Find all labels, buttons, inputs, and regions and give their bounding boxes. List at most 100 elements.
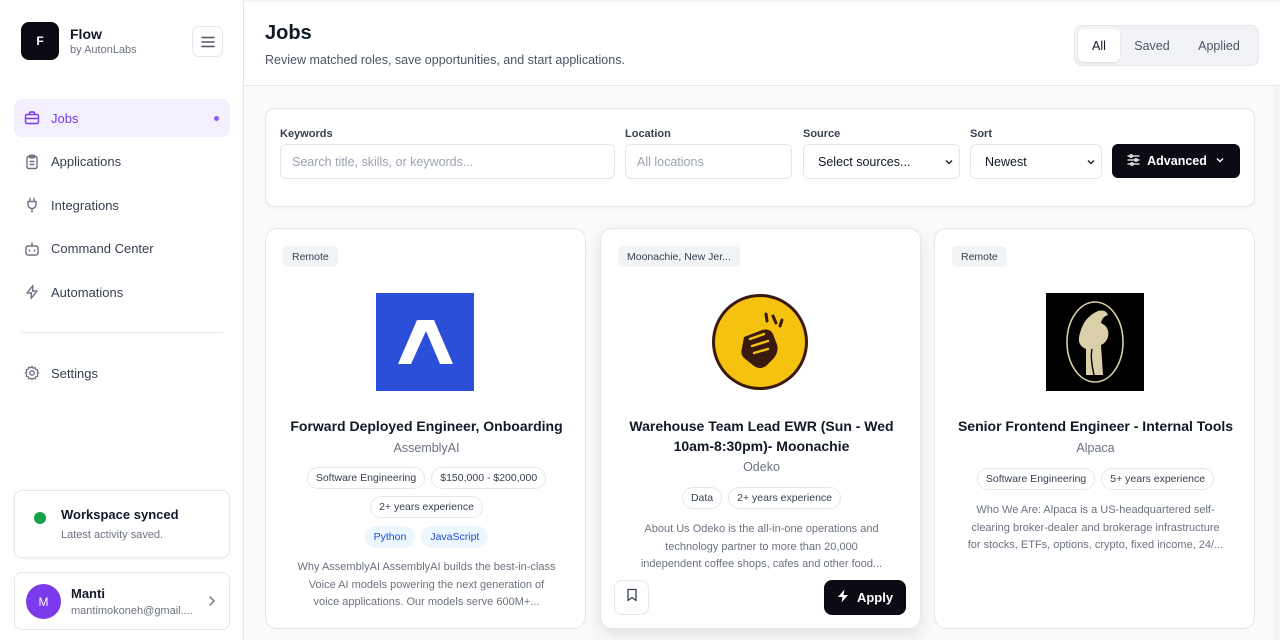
brand[interactable]: F Flow by AutonLabs (21, 22, 137, 60)
sync-title: Workspace synced (61, 507, 179, 522)
save-job-button[interactable] (614, 580, 649, 615)
advanced-filters-button[interactable]: Advanced (1112, 144, 1240, 178)
advanced-label: Advanced (1147, 154, 1207, 168)
sidebar-item-label: Settings (51, 365, 98, 381)
chevron-right-icon (208, 594, 216, 612)
sync-status-dot (34, 512, 46, 524)
job-card[interactable]: Remote Forward Deployed Engineer, Onboar… (265, 228, 586, 629)
description-line: independent coffee shops, cafes and othe… (640, 558, 883, 570)
active-indicator-dot (214, 116, 219, 121)
sidebar-item-label: Jobs (51, 110, 79, 126)
plug-icon (24, 197, 40, 213)
description-line: Voice AI models powering the next genera… (308, 578, 545, 591)
sidebar-item-command-center[interactable]: Command Center (14, 230, 230, 268)
page-subtitle: Review matched roles, save opportunities… (265, 53, 625, 67)
user-email: mantimokoneh@gmail.... (71, 605, 193, 617)
user-profile-card[interactable]: M Manti mantimokoneh@gmail.... (14, 572, 230, 630)
description-line: About Us Odeko is the all-in-one operati… (644, 523, 879, 535)
sidebar: F Flow by AutonLabs Jobs Applications In… (0, 0, 244, 640)
sort-select-value: Newest (985, 154, 1027, 169)
job-card[interactable]: Remote Senior Frontend Engineer - Intern… (934, 228, 1255, 629)
zap-icon (837, 589, 849, 606)
company-logo-alpaca (1046, 293, 1144, 391)
description-line: Who We Are: Alpaca is a US-headquartered… (976, 504, 1215, 516)
apply-button[interactable]: Apply (824, 580, 906, 615)
job-title-line: 10am-8:30pm)- Moonachie (673, 437, 850, 454)
salary-tag: $150,000 - $200,000 (431, 467, 547, 489)
tab-applied[interactable]: Applied (1184, 29, 1254, 62)
job-title[interactable]: Senior Frontend Engineer - Internal Tool… (947, 417, 1244, 437)
company-logo-odeko (710, 292, 810, 392)
sort-select[interactable]: Newest (970, 144, 1102, 179)
location-input[interactable]: All locations (625, 144, 792, 179)
job-filters-panel: Keywords Search title, skills, or keywor… (265, 108, 1255, 207)
keywords-label: Keywords (280, 128, 333, 140)
avatar: M (26, 584, 61, 619)
scrollbar[interactable] (1274, 86, 1280, 640)
experience-tag: 5+ years experience (1101, 468, 1215, 490)
briefcase-icon (24, 110, 40, 126)
experience-tag: 2+ years experience (370, 496, 483, 518)
bot-icon (24, 241, 40, 257)
page-header: Jobs Review matched roles, save opportun… (244, 0, 1280, 86)
chevron-down-icon (1086, 156, 1096, 170)
job-tags: Data 2+ years experience (601, 487, 920, 509)
tab-saved[interactable]: Saved (1120, 29, 1184, 62)
sidebar-item-automations[interactable]: Automations (14, 273, 230, 311)
zap-icon (24, 284, 40, 300)
bookmark-icon (626, 588, 638, 607)
workspace-sync-card: Workspace synced Latest activity saved. (14, 490, 230, 558)
job-tags: Software Engineering $150,000 - $200,000 (266, 467, 585, 489)
sidebar-item-settings[interactable]: Settings (14, 354, 230, 392)
skill-tag: Python (364, 526, 416, 548)
brand-subtitle: by AutonLabs (70, 44, 137, 56)
sidebar-item-applications[interactable]: Applications (14, 143, 230, 181)
job-title-line: Warehouse Team Lead EWR (Sun - Wed (629, 418, 894, 434)
menu-toggle-button[interactable] (192, 26, 223, 57)
job-title[interactable]: Forward Deployed Engineer, Onboarding (278, 417, 575, 437)
tag: Software Engineering (306, 467, 426, 489)
tag: Data (681, 487, 723, 509)
brand-name: Flow (70, 26, 102, 42)
sidebar-item-jobs[interactable]: Jobs (14, 99, 230, 137)
sliders-icon (1127, 153, 1140, 169)
company-logo-assemblyai (376, 293, 474, 391)
source-select-value: Select sources... (818, 154, 911, 169)
sync-subtitle: Latest activity saved. (61, 529, 164, 541)
tab-all[interactable]: All (1078, 29, 1120, 62)
experience-tag: 2+ years experience (728, 487, 842, 509)
location-badge: Moonachie, New Jer... (618, 246, 740, 267)
job-tags: 2+ years experience (266, 496, 585, 518)
company-name: Odeko (743, 460, 780, 474)
keywords-input[interactable]: Search title, skills, or keywords... (280, 144, 615, 179)
description-line: clearing broker-dealer and brokerage inf… (971, 521, 1220, 534)
user-name: Manti (71, 586, 105, 601)
skill-tags: Python JavaScript (266, 526, 585, 548)
description-line: voice applications. Our models serve 600… (313, 596, 540, 608)
job-title[interactable]: Warehouse Team Lead EWR (Sun - Wed 10am-… (613, 417, 910, 456)
location-badge: Remote (283, 246, 338, 267)
hamburger-icon (200, 36, 215, 47)
sidebar-item-label: Command Center (51, 241, 154, 257)
job-tags: Software Engineering 5+ years experience (935, 468, 1254, 490)
job-card[interactable]: Moonachie, New Jer... Warehouse Team Lea… (600, 228, 921, 629)
sidebar-item-integrations[interactable]: Integrations (14, 186, 230, 224)
sidebar-divider (21, 332, 223, 333)
sidebar-item-label: Automations (51, 284, 124, 300)
tag: Software Engineering (976, 468, 1096, 490)
chevron-down-icon (944, 156, 954, 170)
description-line: for stocks, ETFs, options, crypto, fixed… (967, 539, 1224, 551)
sidebar-nav: Jobs Applications Integrations Command C… (14, 99, 230, 317)
page-title: Jobs (265, 22, 312, 44)
sort-label: Sort (970, 128, 992, 140)
sidebar-item-label: Integrations (51, 197, 119, 213)
source-select[interactable]: Select sources... (803, 144, 960, 179)
description-line: technology partner to more than 20,000 (665, 540, 858, 553)
clipboard-icon (24, 154, 40, 170)
job-description: Why AssemblyAI AssemblyAI builds the bes… (288, 559, 565, 612)
apply-label: Apply (856, 590, 894, 605)
source-label: Source (803, 128, 841, 140)
skill-tag: JavaScript (421, 526, 489, 548)
location-label: Location (625, 128, 671, 140)
company-name: AssemblyAI (393, 441, 460, 455)
